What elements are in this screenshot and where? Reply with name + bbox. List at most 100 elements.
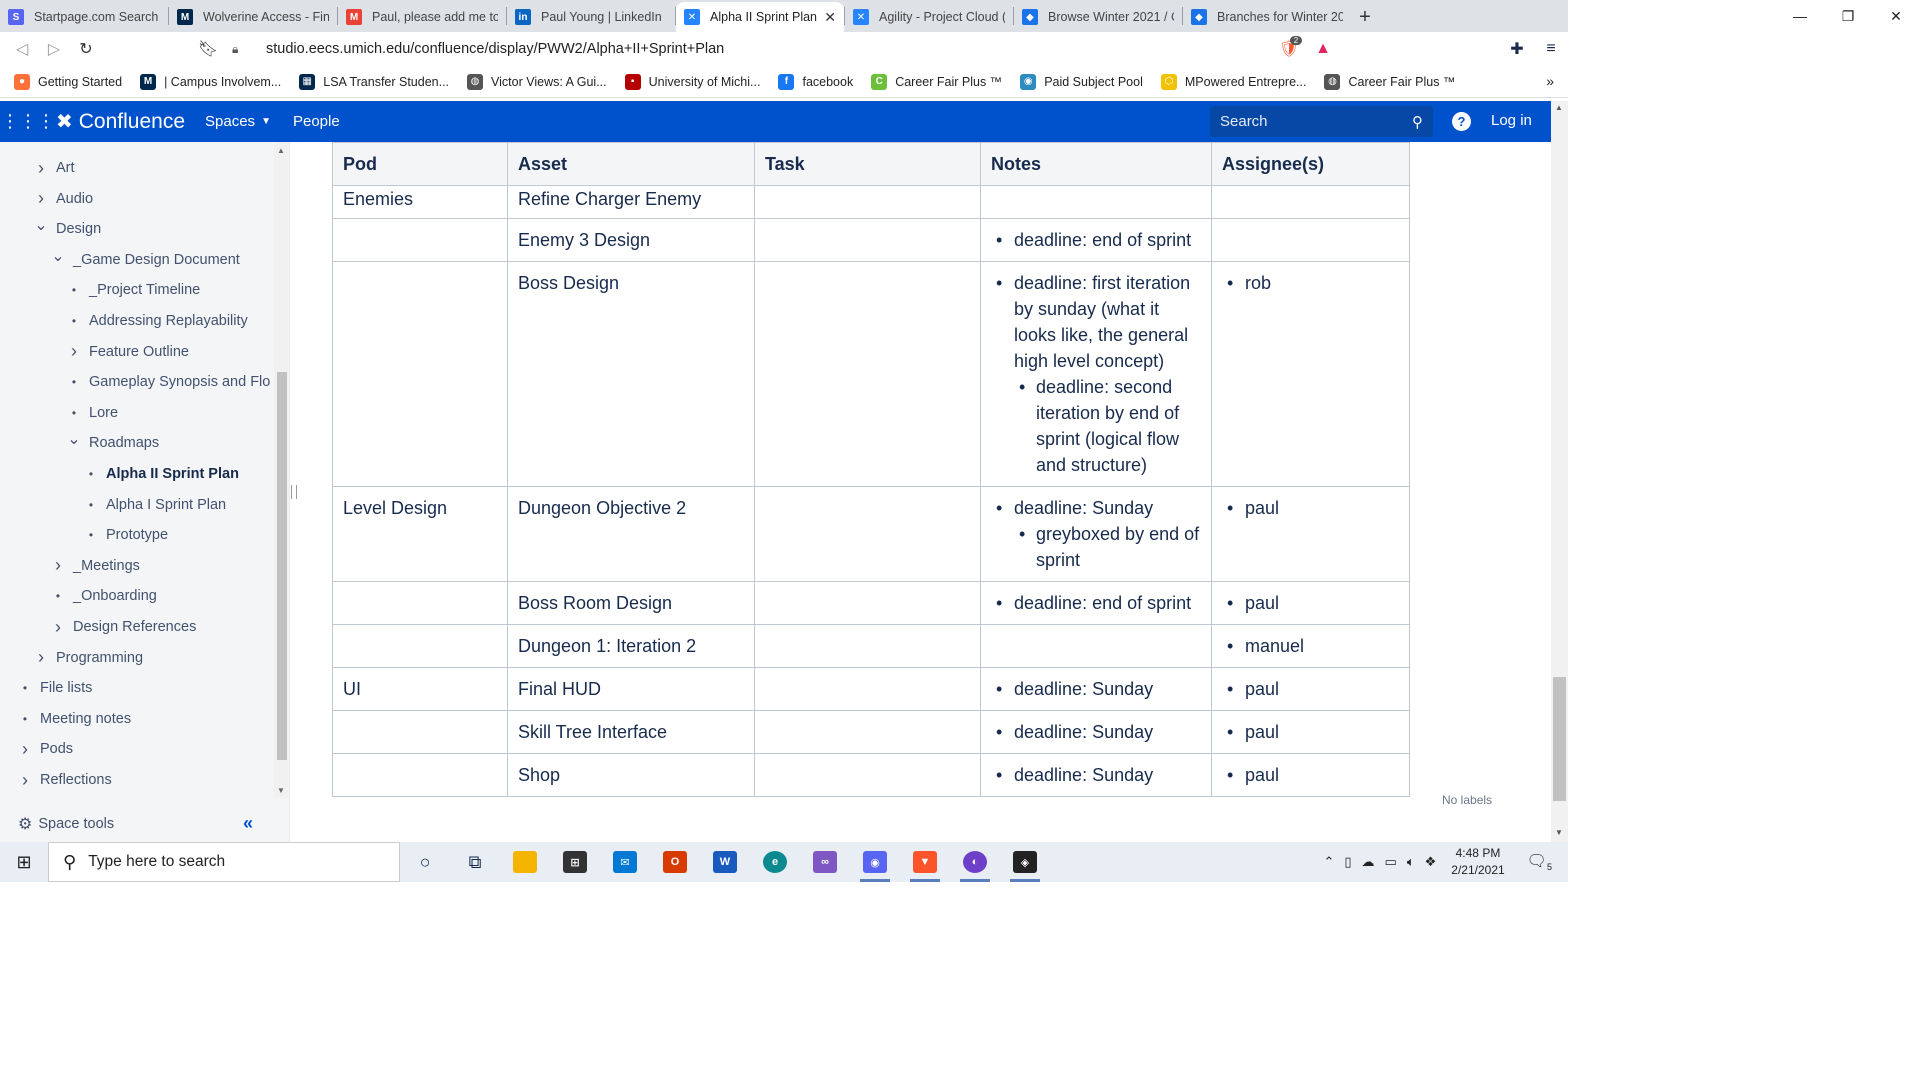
chevron-up-icon[interactable]: ⌃ bbox=[1323, 854, 1334, 870]
sidebar-tree-item[interactable]: • Alpha I Sprint Plan bbox=[84, 490, 226, 520]
back-icon[interactable]: ◁ bbox=[6, 34, 38, 64]
chevron-right-icon[interactable]: › bbox=[18, 739, 32, 760]
clock[interactable]: 4:48 PM 2/21/2021 bbox=[1451, 845, 1504, 879]
scroll-up-icon[interactable]: ▲ bbox=[277, 146, 285, 155]
confluence-logo[interactable]: ✖ Confluence bbox=[56, 109, 185, 134]
scroll-down-icon[interactable]: ▼ bbox=[277, 786, 285, 795]
taskbar-search-input[interactable]: ⚲ Type here to search bbox=[48, 842, 400, 882]
sidebar-scrollbar[interactable]: ▲ ▼ bbox=[274, 142, 289, 798]
store-icon[interactable]: ⊞ bbox=[550, 842, 600, 882]
sidebar-tree-item[interactable]: • Alpha II Sprint Plan bbox=[84, 459, 239, 489]
bookmark-item[interactable]: f facebook bbox=[778, 73, 853, 90]
chevron-down-icon[interactable]: ⌄ bbox=[67, 429, 81, 449]
device-icon[interactable]: ▯ bbox=[1344, 854, 1351, 870]
visual-studio-icon[interactable]: ∞ bbox=[800, 842, 850, 882]
volume-icon[interactable]: 🔈︎ bbox=[1407, 854, 1415, 870]
help-icon[interactable]: ? bbox=[1452, 112, 1471, 131]
bookmark-item[interactable]: ▦ LSA Transfer Studen... bbox=[299, 73, 449, 90]
chevron-right-icon[interactable]: › bbox=[18, 770, 32, 791]
windows-start-icon[interactable]: ⊞ bbox=[0, 842, 48, 882]
file-explorer-icon[interactable] bbox=[500, 842, 550, 882]
brave-rewards-icon[interactable]: ▲ bbox=[1306, 40, 1340, 58]
sidebar-tree-item[interactable]: ⌄ Design bbox=[34, 214, 101, 244]
app-switcher-icon[interactable]: ⋮⋮⋮ bbox=[0, 111, 56, 132]
sidebar-tree-item[interactable]: • Gameplay Synopsis and Flo bbox=[67, 367, 270, 397]
chevron-right-icon[interactable]: › bbox=[51, 617, 65, 638]
bookmark-item[interactable]: ● Getting Started bbox=[14, 73, 122, 90]
restore-icon[interactable]: ❐ bbox=[1824, 0, 1872, 32]
sidebar-tree-item[interactable]: • Prototype bbox=[84, 520, 168, 550]
close-tab-icon[interactable]: ✕ bbox=[824, 9, 836, 26]
browser-tab[interactable]: ✕ Agility - Project Cloud (V bbox=[845, 2, 1013, 32]
onedrive-icon[interactable]: ☁ bbox=[1362, 854, 1375, 870]
url-input[interactable]: 🔒︎ studio.eecs.umich.edu/confluence/disp… bbox=[232, 35, 1262, 63]
minimize-icon[interactable]: — bbox=[1776, 0, 1824, 32]
discord-icon[interactable]: ◉ bbox=[850, 842, 900, 882]
sidebar-tree-item[interactable]: • Lore bbox=[67, 398, 118, 428]
sidebar-tree-item[interactable]: • File lists bbox=[18, 673, 92, 703]
sidebar-scroll-thumb[interactable] bbox=[277, 372, 287, 760]
scroll-down-icon[interactable]: ▼ bbox=[1555, 828, 1563, 837]
browser-tab[interactable]: ◆ Branches for Winter 202 bbox=[1183, 2, 1351, 32]
bookmark-item[interactable]: ◉ Paid Subject Pool bbox=[1020, 73, 1143, 90]
brave-shield-icon[interactable]: 🛡︎ 2 bbox=[1272, 36, 1306, 59]
sidebar-tree-item[interactable]: • Meeting notes bbox=[18, 704, 131, 734]
bookmarks-overflow-icon[interactable]: » bbox=[1546, 73, 1554, 89]
sidebar-tree-item[interactable]: ⌄ Roadmaps bbox=[67, 428, 159, 458]
dropbox-icon[interactable]: ❖ bbox=[1425, 854, 1437, 870]
new-tab-icon[interactable]: + bbox=[1351, 2, 1379, 32]
sidebar-tree-item[interactable]: › _Meetings bbox=[51, 551, 140, 581]
bookmark-item[interactable]: M | Campus Involvem... bbox=[140, 73, 281, 90]
menu-icon[interactable]: ≡ bbox=[1534, 40, 1568, 58]
sidebar-tree-item[interactable]: › Pods bbox=[18, 734, 73, 764]
sidebar-tree-item[interactable]: › Art bbox=[34, 153, 75, 183]
battery-icon[interactable]: ▭ bbox=[1385, 854, 1397, 870]
sidebar-tree-item[interactable]: › Audio bbox=[34, 184, 93, 214]
chevron-right-icon[interactable]: › bbox=[34, 647, 48, 668]
login-link[interactable]: Log in bbox=[1491, 112, 1532, 129]
search-input[interactable]: Search ⚲ bbox=[1210, 106, 1433, 137]
browser-tab[interactable]: S Startpage.com Search re bbox=[0, 2, 168, 32]
bookmark-icon[interactable]: 🔖︎ bbox=[192, 34, 224, 64]
bookmark-item[interactable]: ▪ University of Michi... bbox=[624, 73, 760, 90]
search-icon[interactable]: ⚲ bbox=[1412, 113, 1423, 131]
bookmark-item[interactable]: ◍ Career Fair Plus ™ bbox=[1324, 73, 1455, 90]
people-link[interactable]: People bbox=[293, 113, 340, 130]
page-scrollbar[interactable]: ▲ ▼ bbox=[1551, 101, 1568, 842]
collapse-sidebar-icon[interactable]: « bbox=[243, 813, 253, 834]
browser-tab[interactable]: ✕ Alpha II Sprint Plan ✕ bbox=[676, 2, 844, 32]
sidebar-tree-item[interactable]: ⌄ _Game Design Document bbox=[51, 245, 240, 275]
bookmark-item[interactable]: ⬡ MPowered Entrepre... bbox=[1160, 73, 1306, 90]
close-window-icon[interactable]: ✕ bbox=[1872, 0, 1920, 32]
brave-browser-icon[interactable]: ▼ bbox=[900, 842, 950, 882]
task-view-icon[interactable]: ⧉ bbox=[450, 842, 500, 882]
browser-tab[interactable]: M Wolverine Access - Find bbox=[169, 2, 337, 32]
extensions-icon[interactable]: ✚ bbox=[1500, 39, 1534, 59]
bookmark-item[interactable]: C Career Fair Plus ™ bbox=[871, 73, 1002, 90]
sidebar-tree-item[interactable]: • Addressing Replayability bbox=[67, 306, 248, 336]
sidebar-resize-handle[interactable] bbox=[291, 485, 297, 499]
sidebar-tree-item[interactable]: › Reflections bbox=[18, 765, 112, 795]
chevron-down-icon[interactable]: ⌄ bbox=[34, 215, 48, 235]
sidebar-tree-item[interactable]: • _Onboarding bbox=[51, 581, 157, 611]
unity-icon[interactable]: ◈ bbox=[1000, 842, 1050, 882]
space-tools-button[interactable]: ⚙ Space tools bbox=[18, 814, 114, 834]
reload-icon[interactable]: ↻ bbox=[70, 34, 102, 64]
chevron-down-icon[interactable]: ⌄ bbox=[51, 246, 65, 266]
bookmark-item[interactable]: ◍ Victor Views: A Gui... bbox=[467, 73, 607, 90]
github-desktop-icon[interactable]: ◐ bbox=[950, 842, 1000, 882]
browser-tab[interactable]: ◆ Browse Winter 2021 / Cl bbox=[1014, 2, 1182, 32]
forward-icon[interactable]: ▷ bbox=[38, 34, 70, 64]
mail-icon[interactable]: ✉ bbox=[600, 842, 650, 882]
cortana-icon[interactable]: ○ bbox=[400, 842, 450, 882]
chevron-right-icon[interactable]: › bbox=[67, 341, 81, 362]
office-icon[interactable]: O bbox=[650, 842, 700, 882]
sidebar-tree-item[interactable]: › Programming bbox=[34, 643, 143, 673]
scroll-up-icon[interactable]: ▲ bbox=[1555, 103, 1563, 112]
chevron-right-icon[interactable]: › bbox=[34, 158, 48, 179]
browser-tab[interactable]: M Paul, please add me to y bbox=[338, 2, 506, 32]
spaces-menu[interactable]: Spaces ▼ bbox=[205, 113, 271, 130]
page-scroll-thumb[interactable] bbox=[1553, 677, 1566, 801]
chevron-right-icon[interactable]: › bbox=[51, 555, 65, 576]
chevron-right-icon[interactable]: › bbox=[34, 188, 48, 209]
